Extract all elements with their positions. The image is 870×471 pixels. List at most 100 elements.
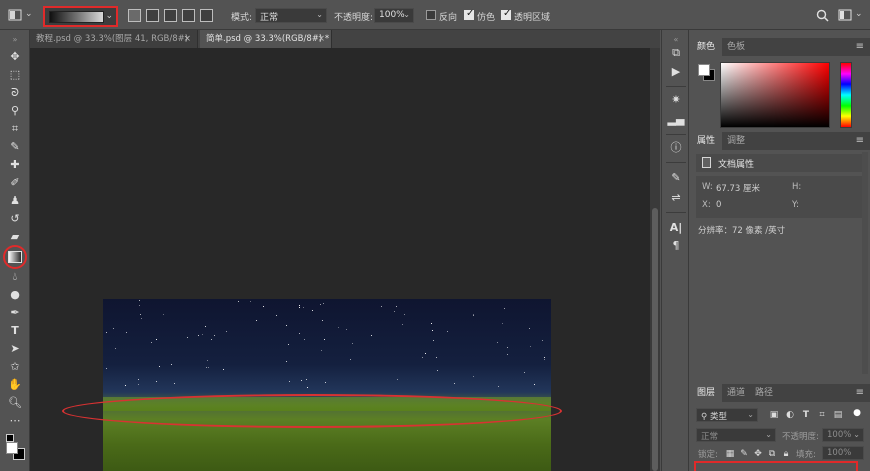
lock-pixels-icon[interactable]: ✎ [738, 448, 750, 460]
paths-settings-panel-icon[interactable]: ⇌ [667, 190, 685, 206]
healing-brush-tool-icon[interactable]: ✚ [6, 157, 24, 173]
gradient-dropdown-icon[interactable]: ⌄ [105, 11, 113, 21]
lock-transparent-icon[interactable]: ▦ [724, 448, 736, 460]
histogram-panel-icon[interactable]: ▂▄ [667, 112, 685, 128]
dither-checkbox[interactable] [464, 8, 474, 20]
filter-pixel-icon[interactable]: ▣ [768, 409, 780, 421]
workspace-caret-icon[interactable]: ⌄ [855, 9, 863, 19]
star [208, 367, 209, 368]
brush-settings-panel-icon[interactable]: ✎ [667, 170, 685, 186]
tab-swatches[interactable]: 色板 [720, 38, 752, 56]
mode-value: 正常 [260, 13, 279, 23]
blur-tool-icon[interactable]: 💧︎ [6, 269, 24, 285]
filter-shape-icon[interactable]: ⌗ [816, 409, 828, 421]
radial-gradient-button[interactable] [146, 9, 159, 22]
tab-properties[interactable]: 属性 [690, 132, 723, 150]
tab-simple[interactable]: 简单.psd @ 33.3%(RGB/8#) * × [200, 30, 332, 48]
x-value[interactable]: 0 [716, 200, 721, 210]
layer-opacity-input[interactable]: 100% ⌄ [822, 428, 864, 442]
star [276, 315, 277, 316]
filter-type-icon[interactable]: T [800, 409, 812, 421]
tab-paths[interactable]: 路径 [748, 384, 780, 402]
close-icon[interactable]: × [183, 30, 191, 48]
properties-scrollbar[interactable] [862, 152, 868, 374]
history-brush-tool-icon[interactable]: ↺ [6, 211, 24, 227]
magic-wand-tool-icon[interactable]: ⚲ [6, 103, 24, 119]
document-canvas[interactable] [103, 299, 551, 471]
star [402, 324, 403, 325]
lock-position-icon[interactable]: ✥ [752, 448, 764, 460]
filter-toggle-icon[interactable]: ● [851, 407, 863, 419]
eraser-tool-icon[interactable]: ▰ [6, 229, 24, 245]
lock-artboard-icon[interactable]: ⧉ [766, 448, 778, 460]
collapse-icon[interactable]: » [6, 32, 24, 48]
path-selection-tool-icon[interactable]: ➤ [6, 341, 24, 357]
lock-all-icon[interactable]: 🔒︎ [780, 448, 792, 460]
foreground-color-chip[interactable] [698, 64, 710, 76]
star [436, 357, 437, 358]
x-label: X: [702, 200, 711, 210]
hue-slider[interactable] [840, 62, 852, 128]
scrollbar-thumb[interactable] [652, 208, 658, 471]
star [454, 383, 455, 384]
workspace-icon[interactable] [838, 9, 852, 21]
paragraph-panel-icon[interactable]: ¶ [667, 238, 685, 254]
shape-tool-icon[interactable]: ✩ [6, 359, 24, 375]
canvas-scrollbar[interactable] [650, 48, 660, 471]
hand-tool-icon[interactable]: ✋ [6, 377, 24, 393]
color-field[interactable] [720, 62, 830, 128]
default-colors-icon[interactable] [6, 434, 14, 442]
reverse-checkbox[interactable] [426, 10, 436, 20]
layer-filter-select[interactable]: ⚲ 类型 ⌄ [696, 408, 758, 422]
history-panel-icon[interactable]: ⧉ [667, 45, 685, 61]
width-value[interactable]: 67.73 厘米 [716, 182, 760, 194]
adjustments-panel-icon[interactable]: ✷ [667, 92, 685, 108]
character-panel-icon[interactable]: A| [667, 220, 685, 236]
pen-tool-icon[interactable]: ✒ [6, 305, 24, 321]
star [324, 339, 325, 340]
blend-mode-select[interactable]: 正常 ⌄ [696, 428, 776, 442]
zoom-tool-icon[interactable]: 🔍︎ [6, 395, 24, 411]
star [350, 359, 351, 360]
mode-select[interactable]: 正常 ⌄ [255, 8, 327, 23]
star [381, 306, 382, 307]
blend-row: 正常 ⌄ 不透明度: 100% ⌄ [696, 428, 864, 444]
tab-adjustments[interactable]: 调整 [720, 132, 752, 150]
filter-smart-object-icon[interactable]: ▤ [832, 409, 844, 421]
transparency-checkbox[interactable] [501, 8, 511, 20]
crop-tool-icon[interactable]: ⌗ [6, 121, 24, 137]
clone-stamp-tool-icon[interactable]: ♟ [6, 193, 24, 209]
color-panel: 颜色 色板 ≡ [690, 38, 870, 130]
tab-color[interactable]: 颜色 [690, 38, 723, 56]
dodge-tool-icon[interactable]: ● [6, 287, 24, 303]
info-panel-icon[interactable]: ⓘ [667, 140, 685, 156]
fill-input[interactable]: 100% [822, 446, 864, 460]
lasso-tool-icon[interactable]: ᘐ [6, 85, 24, 101]
tool-preset-caret-icon[interactable]: ⌄ [25, 9, 33, 19]
panel-menu-icon[interactable]: ≡ [856, 41, 864, 52]
marquee-tool-icon[interactable]: ⬚ [6, 67, 24, 83]
gradient-swatch[interactable] [49, 11, 104, 23]
move-tool-icon[interactable]: ✥ [6, 49, 24, 65]
opacity-input[interactable]: 100% ⌄ [374, 8, 414, 23]
reflected-gradient-button[interactable] [182, 9, 195, 22]
linear-gradient-button[interactable] [128, 9, 141, 22]
star [529, 328, 530, 329]
actions-panel-icon[interactable]: ▶ [667, 64, 685, 80]
gradient-tool-preset-icon[interactable] [8, 9, 22, 21]
foreground-color-swatch[interactable] [6, 442, 18, 454]
panel-menu-icon[interactable]: ≡ [856, 135, 864, 146]
tab-layers[interactable]: 图层 [690, 384, 723, 402]
type-tool-icon[interactable]: T [6, 323, 24, 339]
filter-adjustment-icon[interactable]: ◐ [784, 409, 796, 421]
diamond-gradient-button[interactable] [200, 9, 213, 22]
search-icon[interactable] [816, 9, 829, 22]
tab-tutorial[interactable]: 教程.psd @ 33.3%(图层 41, RGB/8#) × [30, 30, 198, 48]
brush-tool-icon[interactable]: ✐ [6, 175, 24, 191]
gradient-picker[interactable]: ⌄ [43, 6, 118, 27]
more-tools-icon[interactable]: ⋯ [6, 413, 24, 429]
eyedropper-tool-icon[interactable]: ✎ [6, 139, 24, 155]
panel-menu-icon[interactable]: ≡ [856, 387, 864, 398]
close-icon[interactable]: × [317, 30, 325, 48]
angle-gradient-button[interactable] [164, 9, 177, 22]
